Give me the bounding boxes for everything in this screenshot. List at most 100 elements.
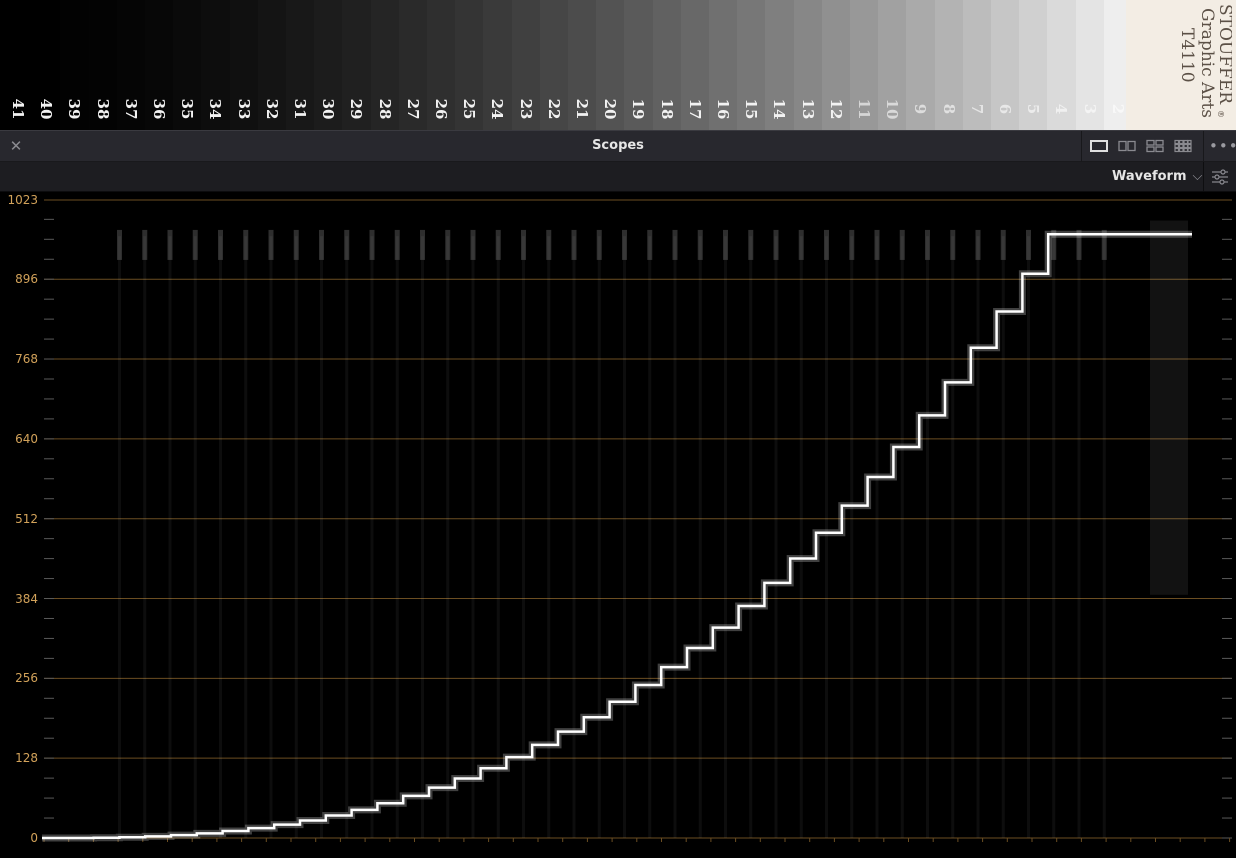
ghost-peak [420, 229, 425, 260]
grid-view-icon[interactable] [1173, 138, 1193, 154]
step-number: 7 [967, 103, 986, 115]
ghost-peak [369, 229, 375, 260]
toolbar-divider [1203, 162, 1204, 191]
step-number: 4 [1052, 103, 1071, 115]
scope-toolbar: Waveform ⌵ [0, 162, 1236, 192]
step-number: 18 [657, 98, 676, 120]
ghost-streak [774, 236, 778, 838]
step-wedges: 41 40 39 38 37 36 35 34 33 32 31 30 29 28 27 26 25 24 23 22… [0, 0, 1236, 130]
ghost-peak [748, 229, 754, 260]
ghost-peak [293, 229, 299, 260]
ghost-streak [496, 236, 500, 838]
step-number: 10 [883, 98, 902, 120]
brand-label: STOUFFER Graphic Arts T4110 ® [1132, 2, 1235, 124]
panel-title: Scopes [592, 138, 644, 153]
scale-label: 384 [15, 591, 38, 606]
scale-label: 768 [15, 352, 38, 367]
step-number: 40 [37, 98, 56, 120]
white-patch-noise [1150, 220, 1188, 595]
close-icon[interactable]: ✕ [6, 136, 26, 156]
ghost-streak [976, 236, 980, 838]
ghost-peak [622, 229, 627, 260]
ghost-streak [875, 236, 879, 838]
scope-mode-dropdown[interactable]: Waveform ⌵ [1108, 166, 1206, 188]
ghost-peak [394, 229, 400, 260]
ghost-streak [370, 236, 374, 838]
step-number: 27 [403, 98, 422, 120]
scale-label: 0 [30, 831, 38, 845]
ghost-streak [850, 236, 854, 838]
step-number: 24 [488, 98, 507, 120]
step-number: 12 [826, 98, 845, 120]
ghost-streak [421, 236, 424, 838]
step-number: 33 [234, 98, 253, 120]
ghost-peak [218, 229, 223, 260]
ghost-streak [648, 236, 652, 838]
waveform-trace-glow [42, 230, 1192, 842]
ghost-streak [673, 236, 677, 838]
ghost-streak [320, 236, 323, 838]
ghost-streak [799, 236, 803, 838]
ghost-peak [773, 229, 779, 260]
step-number: 8 [939, 103, 958, 115]
ghost-streak [1052, 236, 1056, 838]
header-divider [1081, 131, 1082, 162]
scale-label: 896 [15, 272, 38, 287]
ghost-peak [723, 229, 728, 260]
brand-line-3: T4110 [1177, 28, 1197, 83]
scale-label: 1023 [7, 193, 38, 207]
step-number: 17 [685, 98, 704, 120]
step-number: 2 [1108, 103, 1127, 115]
step-number: 37 [121, 98, 140, 120]
ghost-streak [471, 236, 475, 838]
ghost-peak [596, 229, 602, 260]
ghost-streak [395, 236, 399, 838]
ghost-peak [950, 229, 956, 260]
ghost-streak [118, 236, 121, 838]
step-number: 32 [262, 98, 281, 120]
ghost-peak [142, 229, 148, 260]
step-number: 9 [911, 103, 930, 115]
ghost-streak [522, 236, 525, 838]
waveform-ghost-streaks [117, 229, 1107, 838]
ghost-peak [470, 229, 476, 260]
brand-card: STOUFFER Graphic Arts T4110 ® [1126, 0, 1236, 130]
ghost-peak [849, 229, 855, 260]
scale-label: 640 [15, 431, 38, 446]
step-number: 14 [770, 98, 789, 120]
more-options-icon[interactable]: ••• [1209, 136, 1236, 156]
ghost-streak [143, 236, 147, 838]
step-number: 11 [855, 98, 873, 120]
ghost-streak [951, 236, 955, 838]
ghost-streak [1027, 236, 1030, 838]
step-number: 25 [460, 98, 479, 120]
ghost-streak [900, 236, 904, 838]
step-number: 30 [319, 98, 338, 120]
waveform-scope: 1023 896 768 640 512 384 256 128 0 [0, 192, 1236, 858]
step-number: 21 [573, 98, 591, 120]
ghost-peak [546, 229, 552, 260]
ghost-streak [1102, 236, 1106, 838]
chevron-down-icon: ⌵ [1192, 169, 1203, 184]
step-number: 19 [629, 98, 648, 120]
single-view-icon[interactable] [1089, 138, 1109, 154]
scope-mode-label: Waveform [1112, 169, 1187, 184]
dual-view-icon[interactable] [1117, 138, 1137, 154]
ghost-peak [192, 229, 198, 260]
step-number: 31 [291, 98, 309, 120]
ghost-streak [724, 236, 727, 838]
ghost-peak [899, 229, 905, 260]
ghost-streak [572, 236, 576, 838]
step-number: 41 [9, 98, 27, 120]
ghost-peak [521, 229, 526, 260]
ghost-streak [244, 236, 248, 838]
sliders-settings-icon[interactable] [1209, 167, 1231, 187]
waveform-trace [42, 233, 1192, 840]
ghost-streak [269, 236, 273, 838]
ghost-peak [925, 229, 930, 260]
ghost-streak [1001, 236, 1005, 838]
quad-view-icon[interactable] [1145, 138, 1165, 154]
ghost-streak [926, 236, 929, 838]
brand-line-2: Graphic Arts [1197, 8, 1217, 118]
ghost-streak [446, 236, 450, 838]
